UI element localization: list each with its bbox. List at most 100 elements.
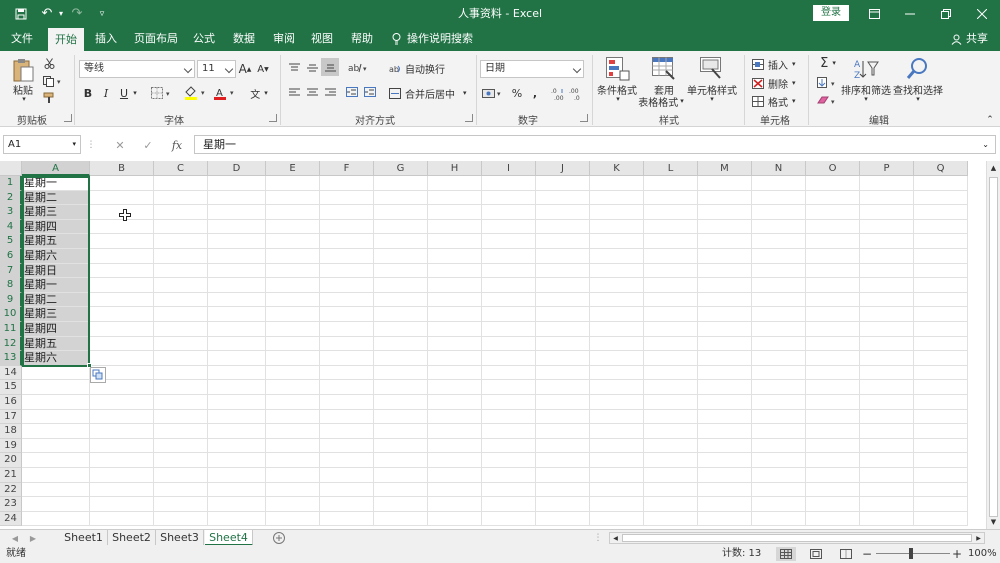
orientation-icon[interactable]: ab ▾ (347, 60, 369, 74)
cell-n20[interactable] (752, 453, 806, 468)
row-header-17[interactable]: 17 (0, 409, 22, 425)
column-header-c[interactable]: C (154, 161, 208, 176)
cell-p2[interactable] (860, 190, 914, 206)
cell-a24[interactable] (22, 511, 90, 527)
cell-i24[interactable] (482, 511, 536, 527)
column-header-a[interactable]: A (22, 161, 90, 176)
cell-p6[interactable] (860, 249, 914, 264)
cell-j1[interactable] (536, 176, 590, 191)
cut-icon[interactable] (42, 56, 56, 70)
cell-o23[interactable] (806, 497, 860, 512)
cell-a1[interactable]: 星期一 (22, 176, 90, 191)
cell-h15[interactable] (428, 380, 482, 395)
cell-n9[interactable] (752, 292, 806, 308)
cell-e5[interactable] (266, 234, 320, 249)
cell-p16[interactable] (860, 395, 914, 410)
cell-n13[interactable] (752, 351, 806, 366)
phonetic-guide-icon[interactable]: 文 ▾ (246, 85, 272, 101)
row-header-19[interactable]: 19 (0, 438, 22, 454)
cell-l22[interactable] (644, 482, 698, 498)
cancel-icon[interactable]: ✕ (112, 137, 128, 153)
row-header-21[interactable]: 21 (0, 468, 22, 483)
cell-p15[interactable] (860, 380, 914, 395)
decrease-decimal-icon[interactable]: .00.0 (568, 85, 584, 101)
cell-n21[interactable] (752, 468, 806, 483)
cell-h6[interactable] (428, 249, 482, 264)
find-dropdown-icon[interactable]: ▾ (914, 95, 922, 103)
column-header-q[interactable]: Q (914, 161, 968, 176)
cell-j13[interactable] (536, 351, 590, 366)
enter-icon[interactable]: ✓ (140, 137, 156, 153)
cell-j6[interactable] (536, 249, 590, 264)
cell-j16[interactable] (536, 395, 590, 410)
cell-h3[interactable] (428, 205, 482, 220)
cell-h7[interactable] (428, 263, 482, 279)
cell-i4[interactable] (482, 219, 536, 235)
cell-g11[interactable] (374, 322, 428, 337)
sheet-tab-sheet1[interactable]: Sheet1 (60, 530, 108, 546)
sort-filter-icon[interactable]: AZ (852, 56, 880, 82)
minimize-icon[interactable] (892, 0, 928, 27)
cell-q17[interactable] (914, 409, 968, 425)
cell-m3[interactable] (698, 205, 752, 220)
cell-a16[interactable] (22, 395, 90, 410)
cell-j23[interactable] (536, 497, 590, 512)
cell-i1[interactable] (482, 176, 536, 191)
cell-p22[interactable] (860, 482, 914, 498)
cell-c1[interactable] (154, 176, 208, 191)
column-header-e[interactable]: E (266, 161, 320, 176)
clear-icon[interactable]: ▾ (816, 93, 840, 109)
cell-e15[interactable] (266, 380, 320, 395)
cell-e6[interactable] (266, 249, 320, 264)
cell-j19[interactable] (536, 438, 590, 454)
cell-f24[interactable] (320, 511, 374, 527)
column-header-j[interactable]: J (536, 161, 590, 176)
cell-l2[interactable] (644, 190, 698, 206)
cell-k16[interactable] (590, 395, 644, 410)
cell-e3[interactable] (266, 205, 320, 220)
percent-button[interactable]: % (510, 85, 524, 101)
copy-icon[interactable]: ▾ (42, 74, 64, 88)
worksheet-grid[interactable]: A B C D E F G H I J K L M N O P Q 1 星期一 2 星期二 3 星期三 4 星期四 5 星期五 6 星期… (0, 161, 986, 529)
cell-l20[interactable] (644, 453, 698, 468)
cell-o20[interactable] (806, 453, 860, 468)
decrease-indent-icon[interactable] (345, 85, 359, 99)
cell-g24[interactable] (374, 511, 428, 527)
cell-i9[interactable] (482, 292, 536, 308)
column-header-k[interactable]: K (590, 161, 644, 176)
cell-q24[interactable] (914, 511, 968, 527)
cell-q6[interactable] (914, 249, 968, 264)
share-button[interactable]: 共享 (951, 27, 988, 51)
cell-d3[interactable] (208, 205, 266, 220)
cell-e23[interactable] (266, 497, 320, 512)
cell-d9[interactable] (208, 292, 266, 308)
row-header-16[interactable]: 16 (0, 395, 22, 410)
cell-styles-icon[interactable] (698, 56, 726, 82)
cell-h11[interactable] (428, 322, 482, 337)
cell-e2[interactable] (266, 190, 320, 206)
cell-f6[interactable] (320, 249, 374, 264)
cell-o4[interactable] (806, 219, 860, 235)
alignment-launcher-icon[interactable] (465, 114, 473, 122)
cell-p17[interactable] (860, 409, 914, 425)
cell-q5[interactable] (914, 234, 968, 249)
cell-q15[interactable] (914, 380, 968, 395)
cell-h8[interactable] (428, 278, 482, 293)
cell-p19[interactable] (860, 438, 914, 454)
sort-dropdown-icon[interactable]: ▾ (862, 95, 870, 103)
cell-p7[interactable] (860, 263, 914, 279)
tab-view[interactable]: 视图 (304, 27, 340, 51)
align-center-icon[interactable] (305, 85, 319, 99)
cell-q10[interactable] (914, 307, 968, 322)
cell-p24[interactable] (860, 511, 914, 527)
cell-c2[interactable] (154, 190, 208, 206)
cell-q13[interactable] (914, 351, 968, 366)
cell-b18[interactable] (90, 424, 154, 439)
cell-b2[interactable] (90, 190, 154, 206)
row-header-4[interactable]: 4 (0, 219, 22, 235)
column-header-l[interactable]: L (644, 161, 698, 176)
cell-k12[interactable] (590, 336, 644, 352)
cell-p14[interactable] (860, 365, 914, 381)
format-painter-icon[interactable] (42, 91, 56, 105)
cell-g10[interactable] (374, 307, 428, 322)
